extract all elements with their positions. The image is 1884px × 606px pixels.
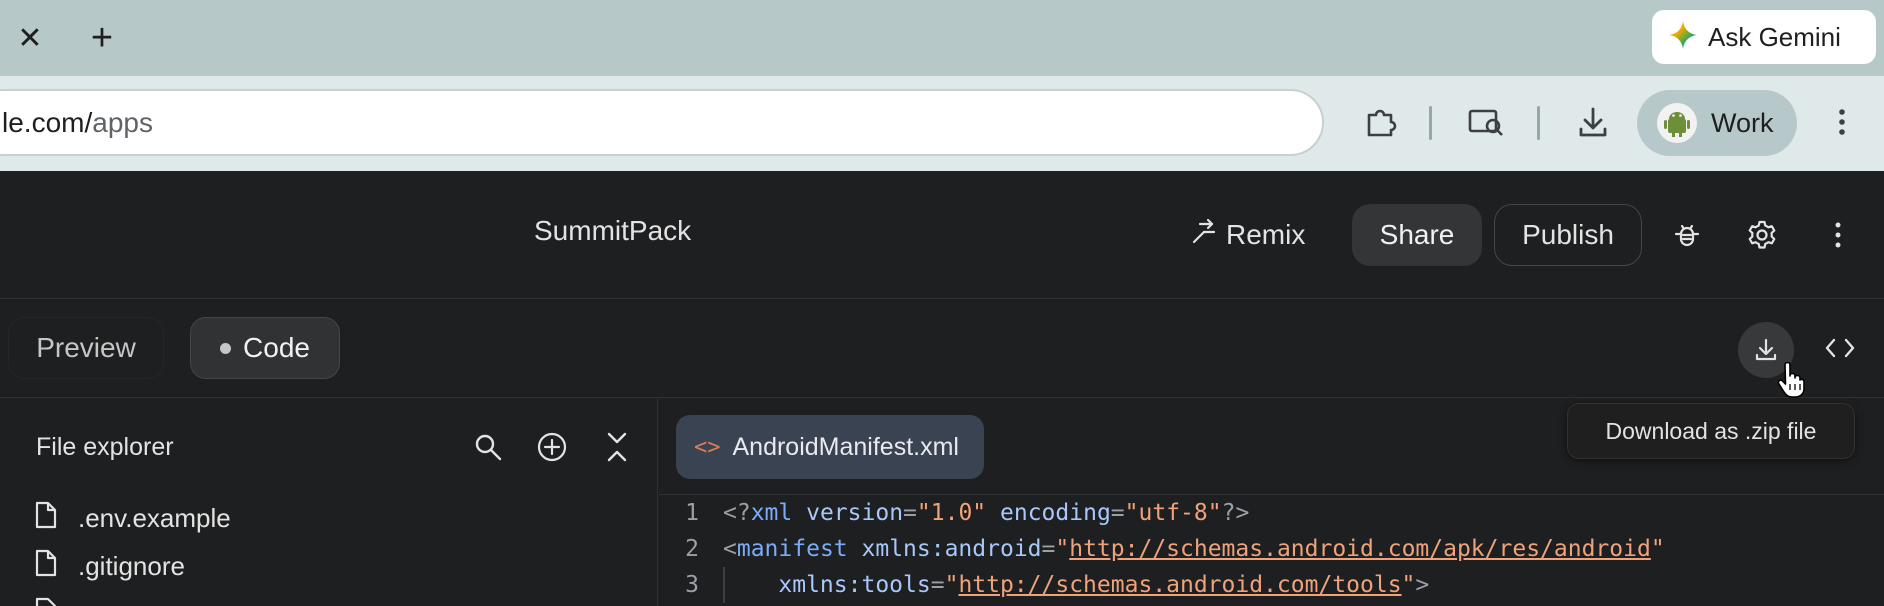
profile-work-chip[interactable]: Work [1637,90,1797,156]
add-file-icon[interactable] [534,429,570,465]
url-path: apps [92,106,153,138]
file-explorer: File explorer .env.example .gitignore [0,399,658,606]
gemini-sparkle-icon [1668,20,1698,55]
remix-label: Remix [1226,219,1306,250]
toolbar-separator [1429,106,1432,140]
code-tag-icon: <> [694,434,721,460]
list-item-partial[interactable] [34,594,58,606]
line-number: 2 [685,536,699,562]
collapse-all-icon[interactable] [599,429,635,465]
editor-tab-androidmanifest[interactable]: <> AndroidManifest.xml [676,415,984,479]
line-number: 3 [685,572,699,598]
remix-icon [1190,218,1218,253]
list-item[interactable]: .env.example [34,498,231,538]
code-line[interactable]: 2 <manifest xmlns:android="http://schema… [659,531,1665,567]
close-tab-icon[interactable]: ✕ [8,18,52,58]
indent-guide [723,567,725,603]
publish-button[interactable]: Publish [1494,204,1642,266]
hand-cursor-icon [1776,361,1806,398]
android-avatar-icon [1657,103,1697,143]
code-line[interactable]: 1 <?xml version="1.0" encoding="utf-8"?> [659,495,1249,531]
file-name: .gitignore [78,550,185,581]
ask-gemini-label: Ask Gemini [1708,21,1841,52]
mode-bar: Preview Code [0,300,1884,398]
browser-tab-strip: ✕ + Ask Gemini [0,0,1884,76]
url-host: le.com/ [2,106,93,138]
file-icon [34,549,58,584]
extensions-icon[interactable] [1358,100,1402,144]
editor-tab-label: AndroidManifest.xml [732,432,959,461]
active-dot-icon [220,342,232,354]
ask-gemini-button[interactable]: Ask Gemini [1652,10,1876,64]
tab-code[interactable]: Code [190,317,340,379]
line-number: 1 [685,500,699,526]
settings-gear-icon[interactable] [1742,215,1782,255]
browser-menu-icon[interactable] [1820,100,1864,144]
tab-preview[interactable]: Preview [8,317,164,379]
download-tooltip: Download as .zip file [1567,403,1855,459]
downloads-icon[interactable] [1571,100,1615,144]
new-tab-button[interactable]: + [80,17,124,59]
file-icon [34,597,58,606]
code-line[interactable]: 3 xmlns:tools="http://schemas.android.co… [659,567,1429,603]
browser-toolbar: le.com/apps Work [0,76,1884,171]
share-button[interactable]: Share [1352,204,1482,266]
more-options-icon[interactable] [1818,215,1858,255]
app-title: SummitPack [534,215,692,246]
debug-bug-icon[interactable] [1667,215,1707,255]
tab-code-label: Code [243,332,310,363]
address-bar[interactable]: le.com/apps [0,89,1324,156]
list-item[interactable]: .gitignore [34,546,185,586]
profile-label: Work [1711,107,1774,138]
toolbar-separator [1537,106,1540,140]
file-name: .env.example [78,502,231,533]
app-header: SummitPack Remix Share Publish [0,171,1884,299]
code-brackets-icon[interactable] [1820,328,1860,368]
file-icon [34,501,58,536]
file-explorer-title: File explorer [36,433,174,461]
tab-search-icon[interactable] [1464,100,1508,144]
search-icon[interactable] [470,429,506,465]
remix-button[interactable]: Remix [1190,209,1305,261]
